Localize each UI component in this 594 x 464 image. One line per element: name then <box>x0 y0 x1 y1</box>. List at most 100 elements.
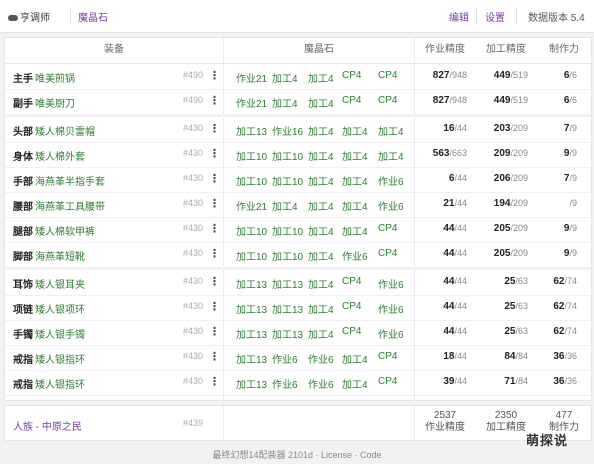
materia-slot[interactable]: CP4 <box>378 70 397 81</box>
item-name[interactable]: 矮人银耳夹 <box>35 276 85 291</box>
materia-slot[interactable]: 加工4 <box>308 248 334 263</box>
materia-slot[interactable]: 加工13 <box>272 276 303 291</box>
more-options-icon[interactable]: ⋮ <box>209 325 220 338</box>
value: 205 <box>493 223 511 234</box>
materia-slot[interactable]: 加工10 <box>236 223 267 238</box>
race-select[interactable]: 人族 - 中原之民 <box>13 418 82 433</box>
materia-slot[interactable]: 加工4 <box>342 123 368 138</box>
more-options-icon[interactable]: ⋮ <box>209 375 220 388</box>
materia-slot[interactable]: 加工13 <box>272 301 303 316</box>
materia-slot[interactable]: 加工4 <box>272 198 298 213</box>
more-options-icon[interactable]: ⋮ <box>209 222 220 235</box>
materia-slot[interactable]: 加工4 <box>272 70 298 85</box>
materia-slot[interactable]: 加工4 <box>272 95 298 110</box>
materia-slot[interactable]: 加工10 <box>236 173 267 188</box>
materia-slot[interactable]: 加工10 <box>272 173 303 188</box>
materia-slot[interactable]: 加工4 <box>342 376 368 391</box>
app-logo[interactable]: 亨调师 <box>8 9 50 24</box>
materia-slot[interactable]: 加工13 <box>236 301 267 316</box>
max: /44 <box>454 276 467 286</box>
materia-slot[interactable]: 加工4 <box>308 326 334 341</box>
materia-slot[interactable]: 加工4 <box>308 276 334 291</box>
materia-slot[interactable]: 作业6 <box>272 351 298 366</box>
materia-slot[interactable]: 加工13 <box>236 351 267 366</box>
more-options-icon[interactable]: ⋮ <box>209 247 220 260</box>
item-name[interactable]: 矮人银项环 <box>35 301 85 316</box>
materia-slot[interactable]: 加工13 <box>236 123 267 138</box>
materia-slot[interactable]: CP4 <box>342 276 361 287</box>
edit-link[interactable]: 编辑 <box>449 9 469 24</box>
settings-link[interactable]: 设置 <box>485 9 505 24</box>
materia-slot[interactable]: 作业21 <box>236 70 267 85</box>
materia-slot[interactable]: 作业6 <box>308 376 334 391</box>
more-options-icon[interactable]: ⋮ <box>209 94 220 107</box>
materia-slot[interactable]: 加工10 <box>272 223 303 238</box>
materia-slot[interactable]: 加工4 <box>308 198 334 213</box>
materia-slot[interactable]: 作业16 <box>272 123 303 138</box>
materia-slot[interactable]: CP4 <box>342 95 361 106</box>
more-options-icon[interactable]: ⋮ <box>209 122 220 135</box>
item-name[interactable]: 矮人棉软甲裤 <box>35 223 95 238</box>
materia-slot[interactable]: 加工10 <box>272 248 303 263</box>
more-options-icon[interactable]: ⋮ <box>209 275 220 288</box>
more-options-icon[interactable]: ⋮ <box>209 197 220 210</box>
more-options-icon[interactable]: ⋮ <box>209 172 220 185</box>
materia-slot[interactable]: 作业6 <box>342 248 368 263</box>
materia-slot[interactable]: 加工10 <box>272 148 303 163</box>
more-options-icon[interactable]: ⋮ <box>209 300 220 313</box>
materia-slot[interactable]: 加工4 <box>308 70 334 85</box>
materia-slot[interactable]: 加工13 <box>236 376 267 391</box>
materia-slot[interactable]: 作业6 <box>378 301 404 316</box>
materia-slot[interactable]: 作业6 <box>378 326 404 341</box>
item-name[interactable]: 矮人银指环 <box>35 351 85 366</box>
materia-slot[interactable]: 加工4 <box>308 223 334 238</box>
materia-slot[interactable]: 加工4 <box>378 148 404 163</box>
more-options-icon[interactable]: ⋮ <box>209 350 220 363</box>
materia-slot[interactable]: CP4 <box>342 326 361 337</box>
materia-slot[interactable]: CP4 <box>378 376 397 387</box>
value: 71 <box>504 376 516 387</box>
item-name[interactable]: 矮人银手镯 <box>35 326 85 341</box>
item-name[interactable]: 矮人棉贝雷帽 <box>35 123 95 138</box>
materia-slot[interactable]: 加工10 <box>236 248 267 263</box>
materia-slot[interactable]: 加工4 <box>342 173 368 188</box>
materia-slot[interactable]: 加工13 <box>236 326 267 341</box>
materia-slot[interactable]: 加工4 <box>342 223 368 238</box>
materia-slot[interactable]: 作业21 <box>236 95 267 110</box>
materia-slot[interactable]: 加工4 <box>308 95 334 110</box>
materia-slot[interactable]: 加工10 <box>236 148 267 163</box>
more-options-icon[interactable]: ⋮ <box>209 147 220 160</box>
materia-slot[interactable]: 加工13 <box>236 276 267 291</box>
value: 827 <box>432 70 450 81</box>
materia-slot[interactable]: 加工4 <box>342 351 368 366</box>
materia-slot[interactable]: 加工4 <box>308 301 334 316</box>
materia-slot[interactable]: 作业21 <box>236 198 267 213</box>
materia-slot[interactable]: 加工4 <box>308 148 334 163</box>
materia-slot[interactable]: CP4 <box>378 223 397 234</box>
materia-slot[interactable]: 加工4 <box>342 148 368 163</box>
materia-slot[interactable]: 加工4 <box>308 173 334 188</box>
materia-slot[interactable]: 加工13 <box>272 326 303 341</box>
materia-slot[interactable]: 加工4 <box>378 123 404 138</box>
item-name[interactable]: 海燕革短靴 <box>35 248 85 263</box>
item-name[interactable]: 矮人银指环 <box>35 376 85 391</box>
materia-slot[interactable]: 作业6 <box>272 376 298 391</box>
more-options-icon[interactable]: ⋮ <box>209 69 220 82</box>
materia-slot[interactable]: CP4 <box>378 351 397 362</box>
materia-slot[interactable]: 作业6 <box>378 198 404 213</box>
materia-slot[interactable]: 作业6 <box>378 276 404 291</box>
item-name[interactable]: 唯美煎锅 <box>35 70 75 85</box>
materia-slot[interactable]: 加工4 <box>342 198 368 213</box>
materia-slot[interactable]: 加工4 <box>308 123 334 138</box>
item-name[interactable]: 唯美厨刀 <box>35 95 75 110</box>
materia-slot[interactable]: 作业6 <box>308 351 334 366</box>
item-name[interactable]: 海燕革半指手套 <box>35 173 105 188</box>
tab-materia[interactable]: 魔晶石 <box>78 9 108 24</box>
item-name[interactable]: 海燕革工具腰带 <box>35 198 105 213</box>
materia-slot[interactable]: CP4 <box>342 301 361 312</box>
materia-slot[interactable]: 作业6 <box>378 173 404 188</box>
materia-slot[interactable]: CP4 <box>378 95 397 106</box>
materia-slot[interactable]: CP4 <box>342 70 361 81</box>
materia-slot[interactable]: CP4 <box>378 248 397 259</box>
item-name[interactable]: 矮人棉外套 <box>35 148 85 163</box>
